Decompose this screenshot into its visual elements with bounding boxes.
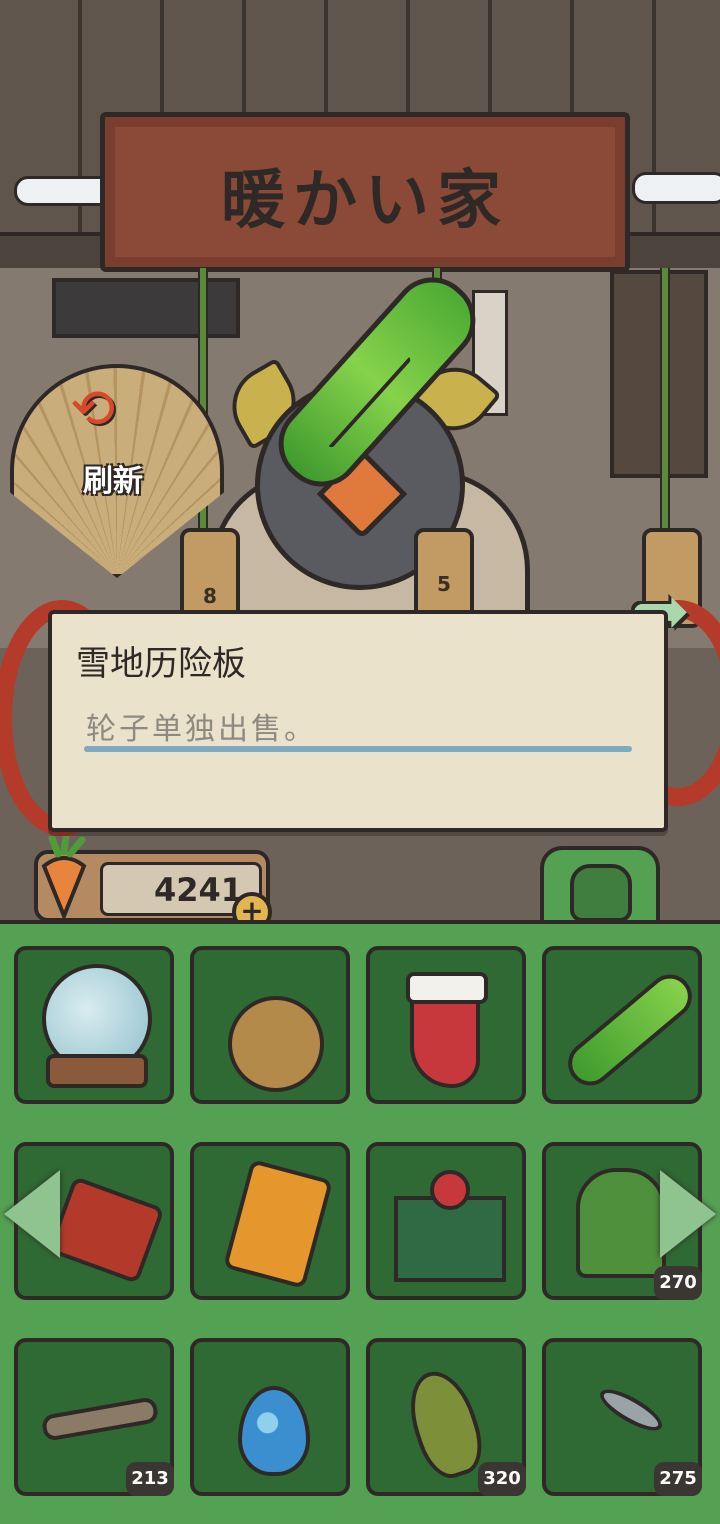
item-count-badge: 320	[478, 1462, 526, 1496]
seaweed-icon	[576, 1168, 666, 1278]
inventory-slot[interactable]	[366, 946, 526, 1104]
carrot-icon	[41, 836, 87, 922]
perch-fish-icon	[398, 1363, 492, 1485]
arrow-right-icon	[660, 1170, 716, 1258]
inventory-slot[interactable]	[190, 946, 350, 1104]
inventory-slot[interactable]	[542, 946, 702, 1104]
inventory-slot[interactable]	[366, 1142, 526, 1300]
hanging-rope	[660, 268, 670, 538]
inventory-slot[interactable]	[190, 1338, 350, 1496]
inventory-panel: 270 213 320 275	[0, 920, 720, 1524]
backpack-icon	[570, 864, 632, 922]
item-info-dialog: 雪地历险板 轮子单独出售。	[48, 610, 668, 832]
inventory-slot[interactable]: 320	[366, 1338, 526, 1496]
description-underline	[84, 746, 632, 752]
wall-shelf	[610, 270, 708, 478]
spotted-egg-icon	[238, 1386, 310, 1476]
wall-frame	[52, 278, 240, 338]
inventory-slot[interactable]: 213	[14, 1338, 174, 1496]
arrow-left-icon	[4, 1170, 60, 1258]
refresh-label: 刷新	[83, 464, 143, 499]
snowboard-icon	[559, 965, 701, 1095]
inventory-slot[interactable]	[190, 1142, 350, 1300]
item-description: 轮子单独出售。	[86, 712, 317, 747]
small-fish-icon	[594, 1382, 668, 1438]
shop-sign-title: 暖かい家	[221, 163, 509, 238]
scroll-right-button[interactable]	[660, 1154, 720, 1274]
snow-globe-base	[46, 1054, 148, 1088]
game-console-icon	[222, 1159, 334, 1289]
stocking-cuff	[406, 972, 488, 1004]
scroll-left-button[interactable]	[4, 1154, 64, 1274]
item-name: 雪地历险板	[76, 644, 246, 684]
snow-decoration	[632, 172, 720, 204]
gift-ribbon	[430, 1170, 470, 1210]
lantern-icon	[47, 1175, 165, 1285]
shop-sign: 暖かい家	[100, 112, 630, 272]
refresh-fan-button[interactable]: ⟲ 刷新	[10, 364, 224, 578]
inventory-slot[interactable]	[14, 946, 174, 1104]
inventory-slot[interactable]: 275	[542, 1338, 702, 1496]
item-count-badge: 275	[654, 1462, 702, 1496]
ornament-ball-icon	[228, 996, 324, 1092]
carrot-count: 4241	[153, 871, 243, 909]
driftwood-icon	[40, 1396, 160, 1442]
item-count-badge: 213	[126, 1462, 174, 1496]
refresh-arrows-icon: ⟲	[70, 377, 116, 440]
